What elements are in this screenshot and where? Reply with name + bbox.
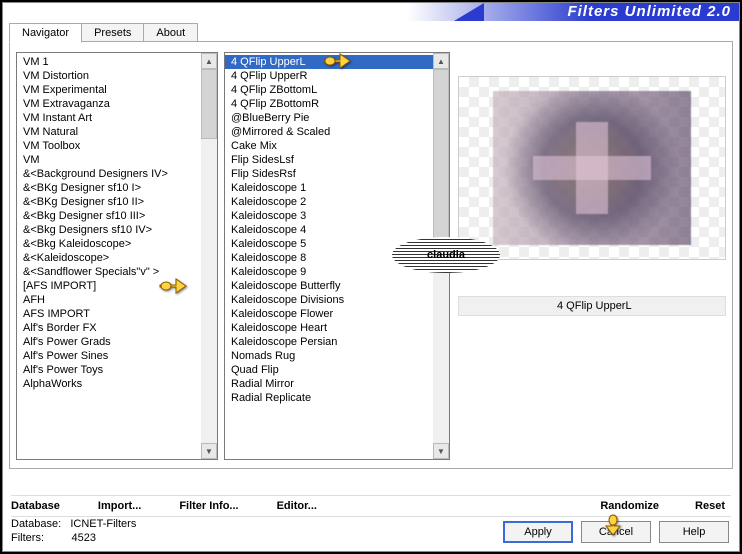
status-filters-value: 4523 <box>72 532 96 544</box>
list-item[interactable]: 4 QFlip UpperL <box>225 55 433 69</box>
watermark-text: claudia <box>427 249 465 261</box>
import-link[interactable]: Import... <box>98 500 141 512</box>
preview-image <box>458 76 726 260</box>
list-item[interactable]: Flip SidesRsf <box>225 167 433 181</box>
list-item[interactable]: &<Bkg Designers sf10 IV> <box>17 223 201 237</box>
dialog-buttons: Apply Cancel Help <box>503 521 729 543</box>
database-link[interactable]: Database <box>11 500 60 512</box>
scroll-up-icon[interactable]: ▲ <box>433 53 449 69</box>
list-item[interactable]: 4 QFlip ZBottomL <box>225 83 433 97</box>
list-item[interactable]: 4 QFlip ZBottomR <box>225 97 433 111</box>
tab-presets[interactable]: Presets <box>81 23 144 43</box>
list-item[interactable]: Kaleidoscope 1 <box>225 181 433 195</box>
scroll-thumb[interactable] <box>201 69 217 139</box>
filter-info-link[interactable]: Filter Info... <box>179 500 238 512</box>
list-item[interactable]: AFH <box>17 293 201 307</box>
tab-strip: Navigator Presets About <box>9 23 197 43</box>
list-item[interactable]: &<BKg Designer sf10 I> <box>17 181 201 195</box>
list-item[interactable]: VM Toolbox <box>17 139 201 153</box>
status-filters-label: Filters: <box>11 532 44 544</box>
list-item[interactable]: AFS IMPORT <box>17 307 201 321</box>
editor-link[interactable]: Editor... <box>277 500 317 512</box>
list-item[interactable]: @Mirrored & Scaled <box>225 125 433 139</box>
list-item[interactable]: Kaleidoscope Flower <box>225 307 433 321</box>
list-item[interactable]: Alf's Power Toys <box>17 363 201 377</box>
watermark-badge: claudia <box>392 237 500 273</box>
list-item[interactable]: &<Bkg Kaleidoscope> <box>17 237 201 251</box>
list-item[interactable]: &<Sandflower Specials"v" > <box>17 265 201 279</box>
list-item[interactable]: Kaleidoscope 3 <box>225 209 433 223</box>
list-item[interactable]: Kaleidoscope 9 <box>225 265 433 279</box>
list-item[interactable]: [AFS IMPORT] <box>17 279 201 293</box>
app-title: Filters Unlimited 2.0 <box>567 3 731 21</box>
list-item[interactable]: Radial Replicate <box>225 391 433 405</box>
list-item[interactable]: Kaleidoscope 4 <box>225 223 433 237</box>
list-item[interactable]: VM Extravaganza <box>17 97 201 111</box>
tab-about[interactable]: About <box>143 23 198 43</box>
list-item[interactable]: Kaleidoscope Divisions <box>225 293 433 307</box>
selected-filter-text: 4 QFlip UpperL <box>557 300 632 312</box>
category-scrollbar[interactable]: ▲ ▼ <box>201 53 217 459</box>
help-button[interactable]: Help <box>659 521 729 543</box>
list-item[interactable]: @BlueBerry Pie <box>225 111 433 125</box>
list-item[interactable]: VM 1 <box>17 55 201 69</box>
preview-render <box>493 91 691 245</box>
list-item[interactable]: Kaleidoscope Butterfly <box>225 279 433 293</box>
list-item[interactable]: &<BKg Designer sf10 II> <box>17 195 201 209</box>
list-item[interactable]: AlphaWorks <box>17 377 201 391</box>
reset-link[interactable]: Reset <box>695 500 725 512</box>
toolbar-links: Database Import... Filter Info... Editor… <box>11 495 731 517</box>
title-bar: Filters Unlimited 2.0 <box>3 3 739 21</box>
list-item[interactable]: Alf's Power Grads <box>17 335 201 349</box>
scroll-down-icon[interactable]: ▼ <box>201 443 217 459</box>
list-item[interactable]: Alf's Border FX <box>17 321 201 335</box>
list-item[interactable]: Kaleidoscope Persian <box>225 335 433 349</box>
navigator-panel: VM 1VM DistortionVM ExperimentalVM Extra… <box>9 41 733 469</box>
list-item[interactable]: &<Background Designers IV> <box>17 167 201 181</box>
randomize-link[interactable]: Randomize <box>600 500 659 512</box>
category-listbox[interactable]: VM 1VM DistortionVM ExperimentalVM Extra… <box>16 52 218 460</box>
status-db-value: ICNET-Filters <box>70 518 136 530</box>
list-item[interactable]: Cake Mix <box>225 139 433 153</box>
list-item[interactable]: Flip SidesLsf <box>225 153 433 167</box>
list-item[interactable]: Radial Mirror <box>225 377 433 391</box>
main-window: Filters Unlimited 2.0 Navigator Presets … <box>2 2 740 552</box>
list-item[interactable]: &<Kaleidoscope> <box>17 251 201 265</box>
list-item[interactable]: Alf's Power Sines <box>17 349 201 363</box>
list-item[interactable]: VM Distortion <box>17 69 201 83</box>
category-list-inner: VM 1VM DistortionVM ExperimentalVM Extra… <box>17 53 201 459</box>
scroll-down-icon[interactable]: ▼ <box>433 443 449 459</box>
list-item[interactable]: Kaleidoscope 2 <box>225 195 433 209</box>
scroll-up-icon[interactable]: ▲ <box>201 53 217 69</box>
selected-filter-label: 4 QFlip UpperL <box>458 296 726 316</box>
cancel-button[interactable]: Cancel <box>581 521 651 543</box>
apply-button[interactable]: Apply <box>503 521 573 543</box>
status-bar: Database: ICNET-Filters Filters: 4523 <box>11 517 136 545</box>
list-item[interactable]: Nomads Rug <box>225 349 433 363</box>
list-item[interactable]: Quad Flip <box>225 363 433 377</box>
status-db-label: Database: <box>11 518 61 530</box>
list-item[interactable]: VM Instant Art <box>17 111 201 125</box>
list-item[interactable]: Kaleidoscope Heart <box>225 321 433 335</box>
list-item[interactable]: VM Natural <box>17 125 201 139</box>
list-item[interactable]: VM <box>17 153 201 167</box>
title-decoration <box>454 3 484 21</box>
scroll-thumb[interactable] <box>433 69 449 259</box>
list-item[interactable]: &<Bkg Designer sf10 III> <box>17 209 201 223</box>
list-item[interactable]: VM Experimental <box>17 83 201 97</box>
list-item[interactable]: 4 QFlip UpperR <box>225 69 433 83</box>
tab-navigator[interactable]: Navigator <box>9 23 82 43</box>
